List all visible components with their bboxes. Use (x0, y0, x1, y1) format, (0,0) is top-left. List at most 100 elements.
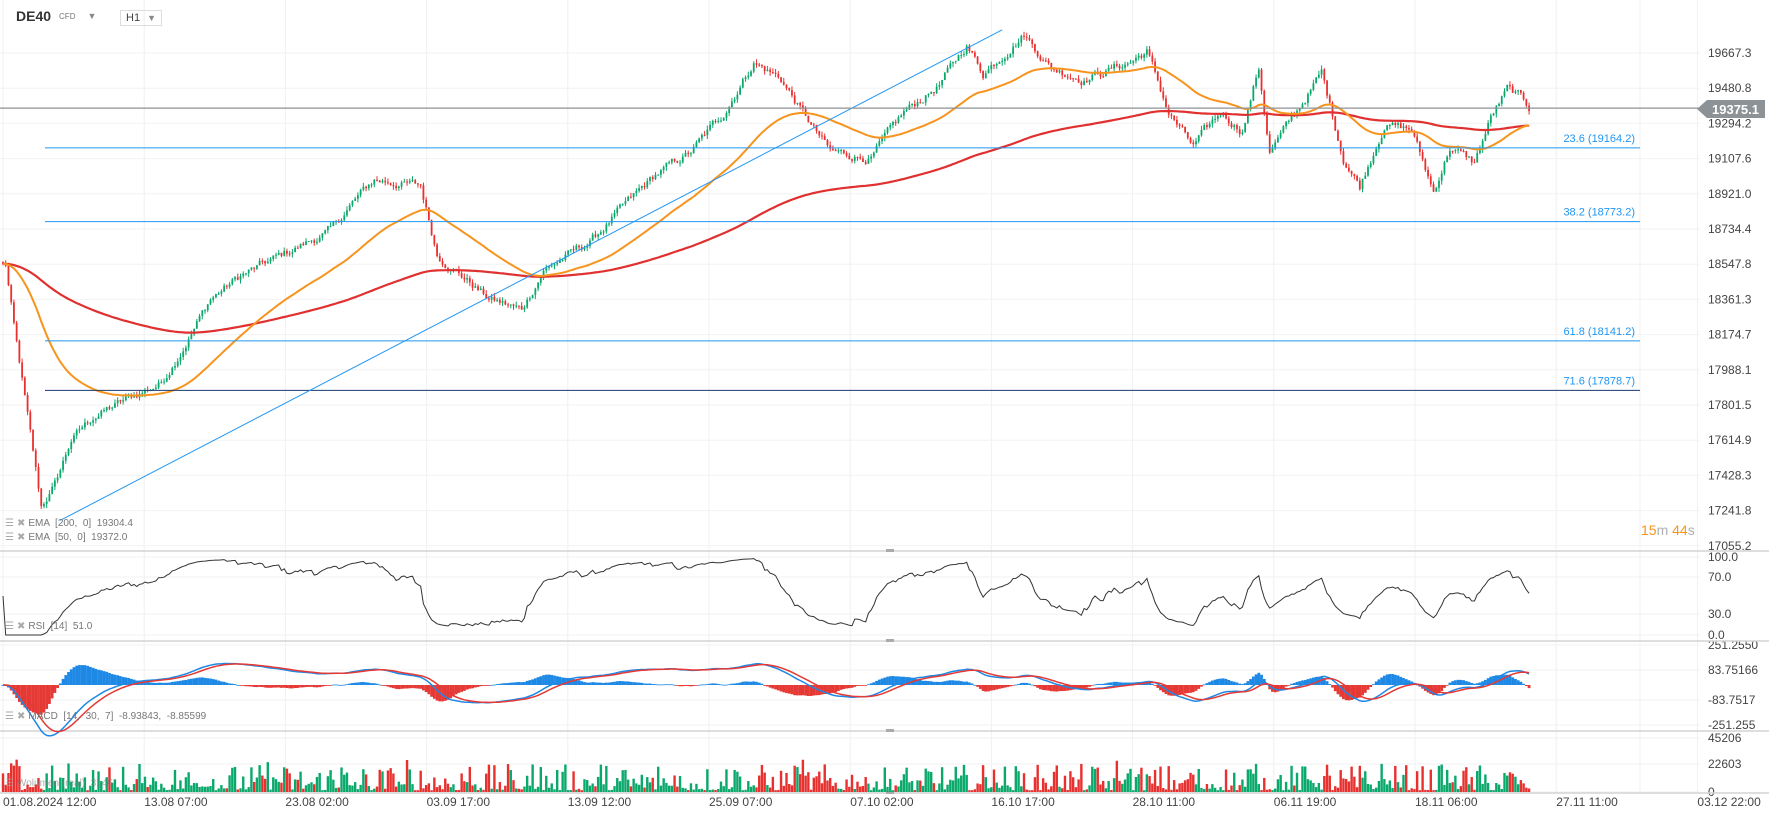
macd-histogram-bar (170, 681, 174, 685)
macd-histogram-bar (629, 681, 633, 685)
macd-histogram-bar (730, 683, 734, 685)
macd-histogram-bar (1049, 685, 1053, 692)
macd-histogram-bar (864, 685, 868, 686)
macd-histogram-bar (184, 679, 188, 685)
candle-body (1290, 115, 1293, 121)
macd-histogram-bar (1527, 685, 1531, 689)
pane-resize-handle[interactable] (886, 729, 894, 732)
macd-histogram-bar (181, 680, 185, 685)
ema200-label: EMA [200, 0] 19304.4 (28, 518, 133, 529)
macd-histogram-bar (209, 678, 212, 685)
volume-bar (1249, 769, 1252, 792)
candle-body (1476, 152, 1479, 163)
countdown-sec-unit: s (1687, 522, 1695, 538)
candle-body (1244, 122, 1247, 133)
macd-histogram-bar (1044, 685, 1048, 691)
volume-bar (1465, 767, 1468, 792)
current-price-tag: 19375.1 (1697, 100, 1765, 118)
candle-body (1115, 64, 1118, 66)
volume-bar (1224, 769, 1228, 792)
trend-line[interactable] (60, 29, 1003, 521)
macd-histogram-bar (664, 684, 668, 686)
time-axis-label: 27.11 11:00 (1556, 795, 1618, 809)
candle-body (799, 102, 802, 106)
volume-bar (965, 774, 968, 792)
macd-histogram-bar (400, 685, 403, 689)
candle-body (1001, 61, 1004, 63)
candle-body (651, 177, 654, 180)
candle-body (1503, 91, 1506, 97)
candle-body (1511, 86, 1514, 93)
volume-bar (356, 789, 360, 792)
candle-body (826, 139, 829, 146)
candle-body (1495, 106, 1498, 114)
close-icon[interactable]: ✖ (17, 711, 25, 722)
volume-bar (798, 774, 802, 792)
volume-bar (408, 769, 411, 792)
pane-resize-handle[interactable] (886, 549, 894, 552)
close-icon[interactable]: ✖ (17, 621, 25, 632)
symbol-selector[interactable]: DE40 CFD ▼ (16, 8, 96, 24)
close-icon[interactable]: ✖ (17, 518, 25, 529)
macd-histogram-bar (973, 684, 977, 686)
candle-body (195, 321, 198, 329)
volume-bar (1197, 768, 1200, 792)
candle-body (539, 277, 542, 283)
macd-histogram-bar (422, 685, 425, 691)
volume-bar (859, 786, 862, 792)
volume-bar (1080, 763, 1083, 792)
volume-bar (209, 785, 212, 792)
volume-bar (586, 780, 589, 792)
menu-icon[interactable]: ☰ (5, 532, 14, 543)
candle-body (43, 504, 45, 507)
candle-body (1121, 67, 1124, 69)
indicator-macd[interactable]: ☰ ✖ MACD [14, 30, 7] -8.93843, -8.85599 (5, 711, 206, 722)
timeframe-dropdown[interactable]: H1 ▼ (120, 10, 162, 26)
macd-histogram-bar (588, 682, 592, 685)
macd-histogram-bar (662, 684, 666, 686)
macd-histogram-bar (1260, 674, 1263, 685)
candle-body (1099, 74, 1102, 77)
menu-icon[interactable]: ☰ (5, 518, 14, 529)
indicator-rsi[interactable]: ☰ ✖ RSI [14] 51.0 (5, 621, 92, 632)
menu-icon[interactable]: ☰ (5, 778, 14, 789)
volume-bar (1211, 784, 1214, 792)
candle-body (250, 267, 253, 270)
volume-bar (1525, 787, 1528, 792)
candle-body (351, 200, 354, 206)
menu-icon[interactable]: ☰ (5, 711, 14, 722)
candle-body (264, 261, 266, 264)
volume-bar (722, 786, 725, 792)
candle-body (168, 375, 171, 378)
volume-bar (1099, 784, 1102, 792)
macd-histogram-bar (1519, 681, 1523, 685)
volume-bar (711, 789, 714, 792)
indicator-ema50[interactable]: ☰ ✖ EMA [50, 0] 19372.0 (5, 532, 127, 543)
macd-histogram-bar (48, 685, 51, 704)
volume-bar (1088, 785, 1091, 792)
macd-histogram-bar (542, 675, 545, 685)
candle-body (482, 288, 485, 295)
volume-bar (815, 776, 818, 792)
volume-bar (476, 790, 480, 792)
volume-bar (1096, 767, 1099, 792)
macd-histogram-bar (1019, 683, 1023, 685)
menu-icon[interactable]: ☰ (5, 621, 14, 632)
pane-resize-handle[interactable] (886, 639, 894, 642)
volume-bar (646, 777, 649, 792)
volume-bar (856, 781, 859, 792)
candle-body (67, 449, 70, 455)
candle-body (998, 61, 1001, 64)
volume-bar (970, 790, 974, 792)
volume-bar (727, 789, 731, 792)
close-icon[interactable]: ✖ (17, 532, 25, 543)
indicator-ema200[interactable]: ☰ ✖ EMA [200, 0] 19304.4 (5, 518, 133, 529)
macd-histogram-bar (1251, 676, 1255, 685)
macd-signal-line (3, 663, 1530, 733)
indicator-volume[interactable]: ☰ Wolumen (real) 3146 (5, 778, 113, 789)
candle-body (646, 181, 649, 188)
macd-histogram-bar (299, 685, 302, 688)
macd-histogram-bar (1503, 674, 1506, 685)
trading-chart[interactable]: 01.08.2024 12:00 13.08 07:00 23.08 02:00 03… (0, 0, 1769, 824)
macd-histogram-bar (1470, 682, 1474, 685)
